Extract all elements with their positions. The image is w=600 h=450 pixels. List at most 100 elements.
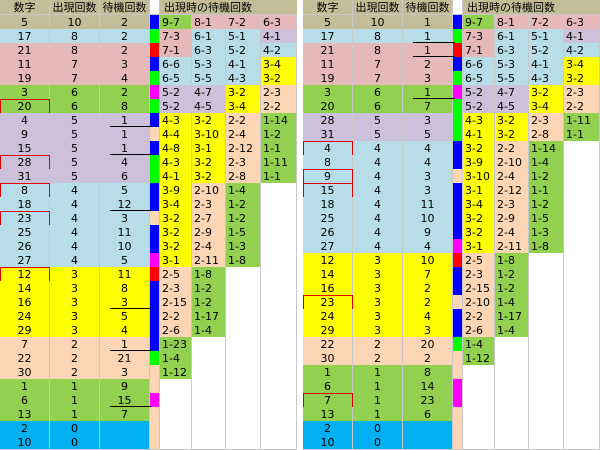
sequence-cell[interactable] (564, 183, 600, 198)
sequence-cell[interactable]: 2-3 (463, 267, 495, 282)
count-cell[interactable]: 7 (50, 71, 100, 86)
sequence-cell[interactable] (192, 351, 226, 366)
sequence-cell[interactable]: 3-9 (160, 183, 192, 198)
mark-cell[interactable] (150, 323, 160, 338)
sequence-cell[interactable]: 3-4 (226, 99, 261, 114)
count-cell[interactable]: 4 (353, 239, 403, 254)
count-cell[interactable]: 4 (353, 225, 403, 240)
sequence-cell[interactable]: 3-1 (192, 141, 226, 156)
number-cell[interactable]: 23 (303, 295, 353, 310)
sequence-cell[interactable]: 5-2 (226, 43, 261, 58)
sequence-cell[interactable] (495, 351, 529, 366)
sequence-cell[interactable]: 2-4 (226, 127, 261, 142)
sequence-cell[interactable]: 1-5 (226, 225, 261, 240)
number-cell[interactable]: 17 (303, 29, 353, 44)
sequence-cell[interactable]: 2-2 (160, 309, 192, 324)
count-cell[interactable]: 1 (50, 407, 100, 422)
sequence-cell[interactable] (226, 379, 261, 394)
sequence-cell[interactable]: 3-10 (463, 169, 495, 184)
sequence-cell[interactable] (495, 421, 529, 436)
number-cell[interactable]: 25 (303, 211, 353, 226)
sequence-cell[interactable] (564, 435, 600, 450)
count-cell[interactable]: 2 (50, 351, 100, 366)
sequence-cell[interactable]: 1-8 (192, 267, 226, 282)
count-cell[interactable]: 0 (353, 435, 403, 450)
mark-cell[interactable] (150, 155, 160, 170)
number-cell[interactable]: 8 (0, 183, 50, 198)
sequence-cell[interactable]: 4-2 (564, 43, 600, 58)
sequence-cell[interactable] (192, 379, 226, 394)
number-cell[interactable]: 17 (0, 29, 50, 44)
sequence-cell[interactable]: 4-1 (226, 57, 261, 72)
sequence-cell[interactable]: 1-8 (495, 253, 529, 268)
sequence-cell[interactable]: 2-3 (226, 155, 261, 170)
number-cell[interactable]: 12 (0, 267, 50, 282)
wait-cell[interactable]: 3 (403, 323, 453, 338)
sequence-cell[interactable] (529, 365, 564, 380)
wait-cell[interactable]: 21 (100, 351, 150, 366)
mark-cell[interactable] (453, 183, 463, 198)
count-cell[interactable]: 5 (50, 155, 100, 170)
sequence-cell[interactable]: 3-2 (192, 113, 226, 128)
sequence-cell[interactable] (261, 281, 297, 296)
sequence-cell[interactable]: 2-3 (564, 85, 600, 100)
wait-cell[interactable]: 7 (403, 267, 453, 282)
sequence-cell[interactable]: 2-5 (160, 267, 192, 282)
count-cell[interactable]: 6 (353, 85, 403, 100)
count-cell[interactable]: 2 (353, 337, 403, 352)
sequence-cell[interactable] (463, 365, 495, 380)
sequence-cell[interactable] (529, 323, 564, 338)
number-cell[interactable]: 27 (303, 239, 353, 254)
sequence-cell[interactable]: 1-2 (226, 197, 261, 212)
sequence-cell[interactable] (564, 281, 600, 296)
sequence-cell[interactable] (261, 421, 297, 436)
sequence-cell[interactable]: 1-1 (261, 141, 297, 156)
count-cell[interactable]: 4 (50, 183, 100, 198)
sequence-cell[interactable] (261, 197, 297, 212)
sequence-cell[interactable] (160, 393, 192, 408)
sequence-cell[interactable]: 1-1 (564, 127, 600, 142)
number-cell[interactable]: 16 (0, 295, 50, 310)
sequence-cell[interactable]: 4-8 (160, 141, 192, 156)
header-mark[interactable] (453, 0, 463, 15)
sequence-cell[interactable] (564, 169, 600, 184)
sequence-cell[interactable]: 3-4 (463, 197, 495, 212)
number-cell[interactable]: 24 (303, 309, 353, 324)
sequence-cell[interactable] (261, 351, 297, 366)
wait-cell[interactable]: 4 (100, 155, 150, 170)
sequence-cell[interactable]: 1-14 (261, 113, 297, 128)
sequence-cell[interactable] (564, 211, 600, 226)
number-cell[interactable]: 28 (0, 155, 50, 170)
number-cell[interactable]: 30 (0, 365, 50, 380)
count-cell[interactable]: 6 (50, 99, 100, 114)
sequence-cell[interactable] (564, 197, 600, 212)
number-cell[interactable]: 31 (0, 169, 50, 184)
sequence-cell[interactable]: 4-7 (192, 85, 226, 100)
wait-cell[interactable]: 10 (403, 253, 453, 268)
wait-cell[interactable]: 9 (100, 379, 150, 394)
sequence-cell[interactable]: 3-4 (564, 57, 600, 72)
sequence-cell[interactable]: 4-5 (495, 99, 529, 114)
sequence-cell[interactable]: 6-3 (495, 43, 529, 58)
sequence-cell[interactable]: 1-4 (495, 295, 529, 310)
sequence-cell[interactable]: 3-9 (463, 155, 495, 170)
mark-cell[interactable] (150, 267, 160, 282)
number-cell[interactable]: 19 (0, 71, 50, 86)
sequence-cell[interactable]: 5-1 (226, 29, 261, 44)
sequence-cell[interactable]: 1-4 (463, 337, 495, 352)
sequence-cell[interactable] (226, 435, 261, 450)
number-cell[interactable]: 24 (0, 309, 50, 324)
sequence-cell[interactable] (495, 365, 529, 380)
sequence-cell[interactable]: 4-4 (160, 127, 192, 142)
sequence-cell[interactable] (495, 393, 529, 408)
mark-cell[interactable] (453, 155, 463, 170)
wait-cell[interactable]: 3 (100, 57, 150, 72)
mark-cell[interactable] (453, 197, 463, 212)
sequence-cell[interactable] (564, 337, 600, 352)
sequence-cell[interactable]: 3-2 (160, 211, 192, 226)
number-cell[interactable]: 7 (0, 337, 50, 352)
count-cell[interactable]: 4 (50, 253, 100, 268)
sequence-cell[interactable]: 7-1 (463, 43, 495, 58)
count-cell[interactable]: 7 (353, 71, 403, 86)
sequence-cell[interactable]: 5-2 (529, 43, 564, 58)
